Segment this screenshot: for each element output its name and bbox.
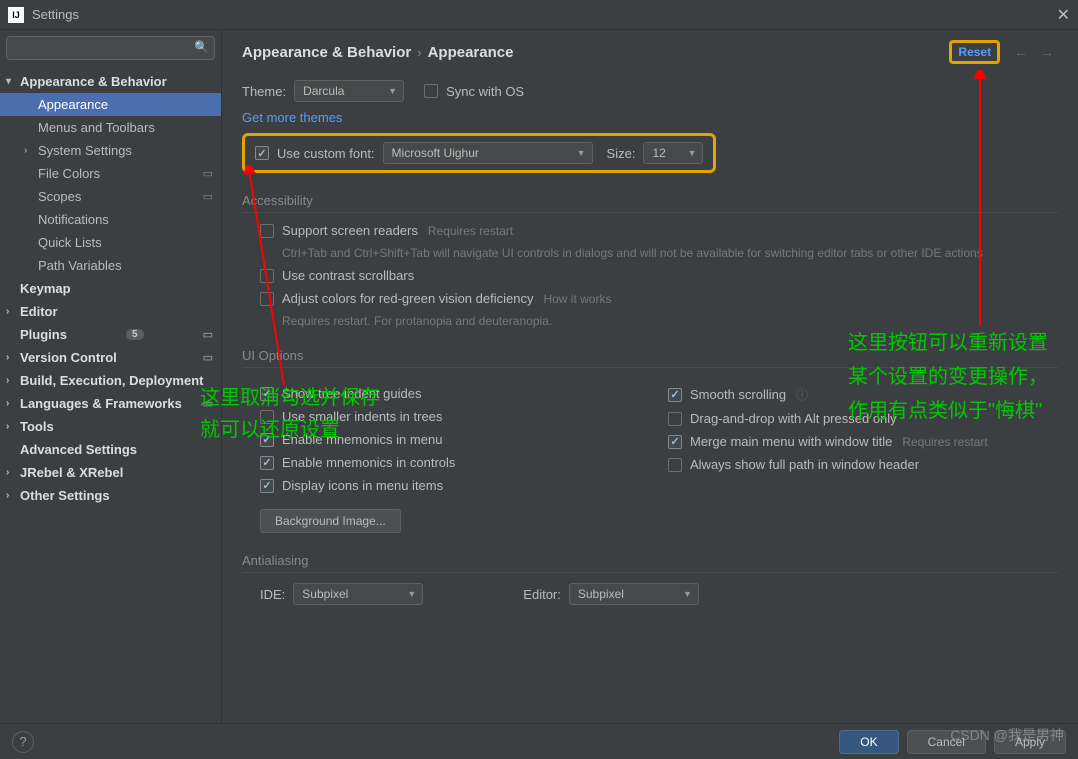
sidebar-item-system-settings[interactable]: ›System Settings bbox=[0, 139, 221, 162]
contrast-scrollbars-checkbox[interactable] bbox=[260, 269, 274, 283]
sidebar: 🔍 ▾Appearance & BehaviorAppearanceMenus … bbox=[0, 30, 222, 723]
search-input[interactable] bbox=[6, 36, 215, 60]
display-icons-checkbox[interactable] bbox=[260, 479, 274, 493]
sidebar-item-version-control[interactable]: ›Version Control▭ bbox=[0, 346, 221, 369]
sidebar-item-quick-lists[interactable]: Quick Lists bbox=[0, 231, 221, 254]
breadcrumb: Appearance & Behavior›Appearance bbox=[242, 44, 513, 61]
sidebar-item-advanced-settings[interactable]: Advanced Settings bbox=[0, 438, 221, 461]
sync-os-checkbox[interactable] bbox=[424, 84, 438, 98]
chevron-icon: › bbox=[24, 145, 27, 156]
antialiasing-section: Antialiasing bbox=[242, 553, 1058, 573]
smooth-scrolling-checkbox[interactable] bbox=[668, 388, 682, 402]
app-logo-icon: IJ bbox=[8, 7, 24, 23]
chevron-icon: › bbox=[6, 352, 9, 363]
nav-arrows: ← → bbox=[1010, 44, 1058, 60]
window-title: Settings bbox=[32, 7, 79, 22]
screen-readers-hint: Ctrl+Tab and Ctrl+Shift+Tab will navigat… bbox=[282, 246, 1058, 260]
ui-options-section: UI Options bbox=[242, 348, 1058, 368]
chevron-icon: › bbox=[6, 421, 9, 432]
sidebar-item-build-execution-deployment[interactable]: ›Build, Execution, Deployment bbox=[0, 369, 221, 392]
sidebar-item-other-settings[interactable]: ›Other Settings bbox=[0, 484, 221, 507]
main-panel: Appearance & Behavior›Appearance Reset ←… bbox=[222, 30, 1078, 723]
chevron-icon: › bbox=[6, 398, 9, 409]
ok-button[interactable]: OK bbox=[839, 730, 898, 754]
aa-ide-select[interactable]: Subpixel▼ bbox=[293, 583, 423, 605]
full-path-checkbox[interactable] bbox=[668, 458, 682, 472]
sidebar-item-jrebel-xrebel[interactable]: ›JRebel & XRebel bbox=[0, 461, 221, 484]
cancel-button[interactable]: Cancel bbox=[907, 730, 986, 754]
dnd-alt-checkbox[interactable] bbox=[668, 412, 682, 426]
sidebar-item-appearance[interactable]: Appearance bbox=[0, 93, 221, 116]
sidebar-item-plugins[interactable]: Plugins5▭ bbox=[0, 323, 221, 346]
smaller-indents-checkbox[interactable] bbox=[260, 410, 274, 424]
apply-button[interactable]: Apply bbox=[994, 730, 1066, 754]
reset-button[interactable]: Reset bbox=[949, 40, 1000, 64]
merge-menu-checkbox[interactable] bbox=[668, 435, 682, 449]
chevron-icon: › bbox=[6, 467, 9, 478]
project-badge-icon: ▭ bbox=[203, 167, 213, 180]
dialog-footer: ? OK Cancel Apply bbox=[0, 723, 1078, 759]
sidebar-item-notifications[interactable]: Notifications bbox=[0, 208, 221, 231]
sidebar-item-menus-and-toolbars[interactable]: Menus and Toolbars bbox=[0, 116, 221, 139]
sidebar-item-path-variables[interactable]: Path Variables bbox=[0, 254, 221, 277]
accessibility-section: Accessibility bbox=[242, 193, 1058, 213]
font-size-label: Size: bbox=[607, 146, 636, 161]
use-custom-font-checkbox[interactable] bbox=[255, 146, 269, 160]
project-badge-icon: ▭ bbox=[203, 328, 213, 341]
search-icon: 🔍 bbox=[194, 40, 209, 54]
use-custom-font-label: Use custom font: bbox=[277, 146, 375, 161]
color-deficiency-checkbox[interactable] bbox=[260, 292, 274, 306]
project-badge-icon: ▭ bbox=[203, 351, 213, 364]
sidebar-item-editor[interactable]: ›Editor bbox=[0, 300, 221, 323]
sidebar-item-appearance-behavior[interactable]: ▾Appearance & Behavior bbox=[0, 70, 221, 93]
forward-icon[interactable]: → bbox=[1040, 44, 1054, 60]
sidebar-item-tools[interactable]: ›Tools bbox=[0, 415, 221, 438]
project-badge-icon: ▭ bbox=[203, 190, 213, 203]
help-icon[interactable]: ? bbox=[12, 731, 34, 753]
chevron-icon: › bbox=[6, 306, 9, 317]
chevron-icon: ▾ bbox=[6, 76, 11, 87]
close-icon[interactable]: ✕ bbox=[1057, 5, 1070, 25]
font-highlight: Use custom font: Microsoft Uighur▼ Size:… bbox=[242, 133, 716, 173]
sidebar-item-keymap[interactable]: Keymap bbox=[0, 277, 221, 300]
font-size-select[interactable]: 12▼ bbox=[643, 142, 703, 164]
project-badge-icon: ▭ bbox=[203, 397, 213, 410]
aa-editor-select[interactable]: Subpixel▼ bbox=[569, 583, 699, 605]
theme-select[interactable]: Darcula▼ bbox=[294, 80, 404, 102]
back-icon[interactable]: ← bbox=[1014, 44, 1028, 60]
chevron-icon: › bbox=[6, 490, 9, 501]
theme-label: Theme: bbox=[242, 84, 286, 99]
get-more-themes-link[interactable]: Get more themes bbox=[242, 110, 342, 125]
screen-readers-checkbox[interactable] bbox=[260, 224, 274, 238]
chevron-icon: › bbox=[6, 375, 9, 386]
mnemonics-controls-checkbox[interactable] bbox=[260, 456, 274, 470]
sidebar-item-scopes[interactable]: Scopes▭ bbox=[0, 185, 221, 208]
settings-tree: ▾Appearance & BehaviorAppearanceMenus an… bbox=[0, 66, 221, 723]
mnemonics-menu-checkbox[interactable] bbox=[260, 433, 274, 447]
how-it-works-link[interactable]: How it works bbox=[543, 292, 611, 306]
background-image-button[interactable]: Background Image... bbox=[260, 509, 401, 533]
sidebar-item-file-colors[interactable]: File Colors▭ bbox=[0, 162, 221, 185]
sync-os-label: Sync with OS bbox=[446, 84, 524, 99]
titlebar: IJ Settings ✕ bbox=[0, 0, 1078, 30]
sidebar-item-languages-frameworks[interactable]: ›Languages & Frameworks▭ bbox=[0, 392, 221, 415]
font-select[interactable]: Microsoft Uighur▼ bbox=[383, 142, 593, 164]
tree-guides-checkbox[interactable] bbox=[260, 387, 274, 401]
